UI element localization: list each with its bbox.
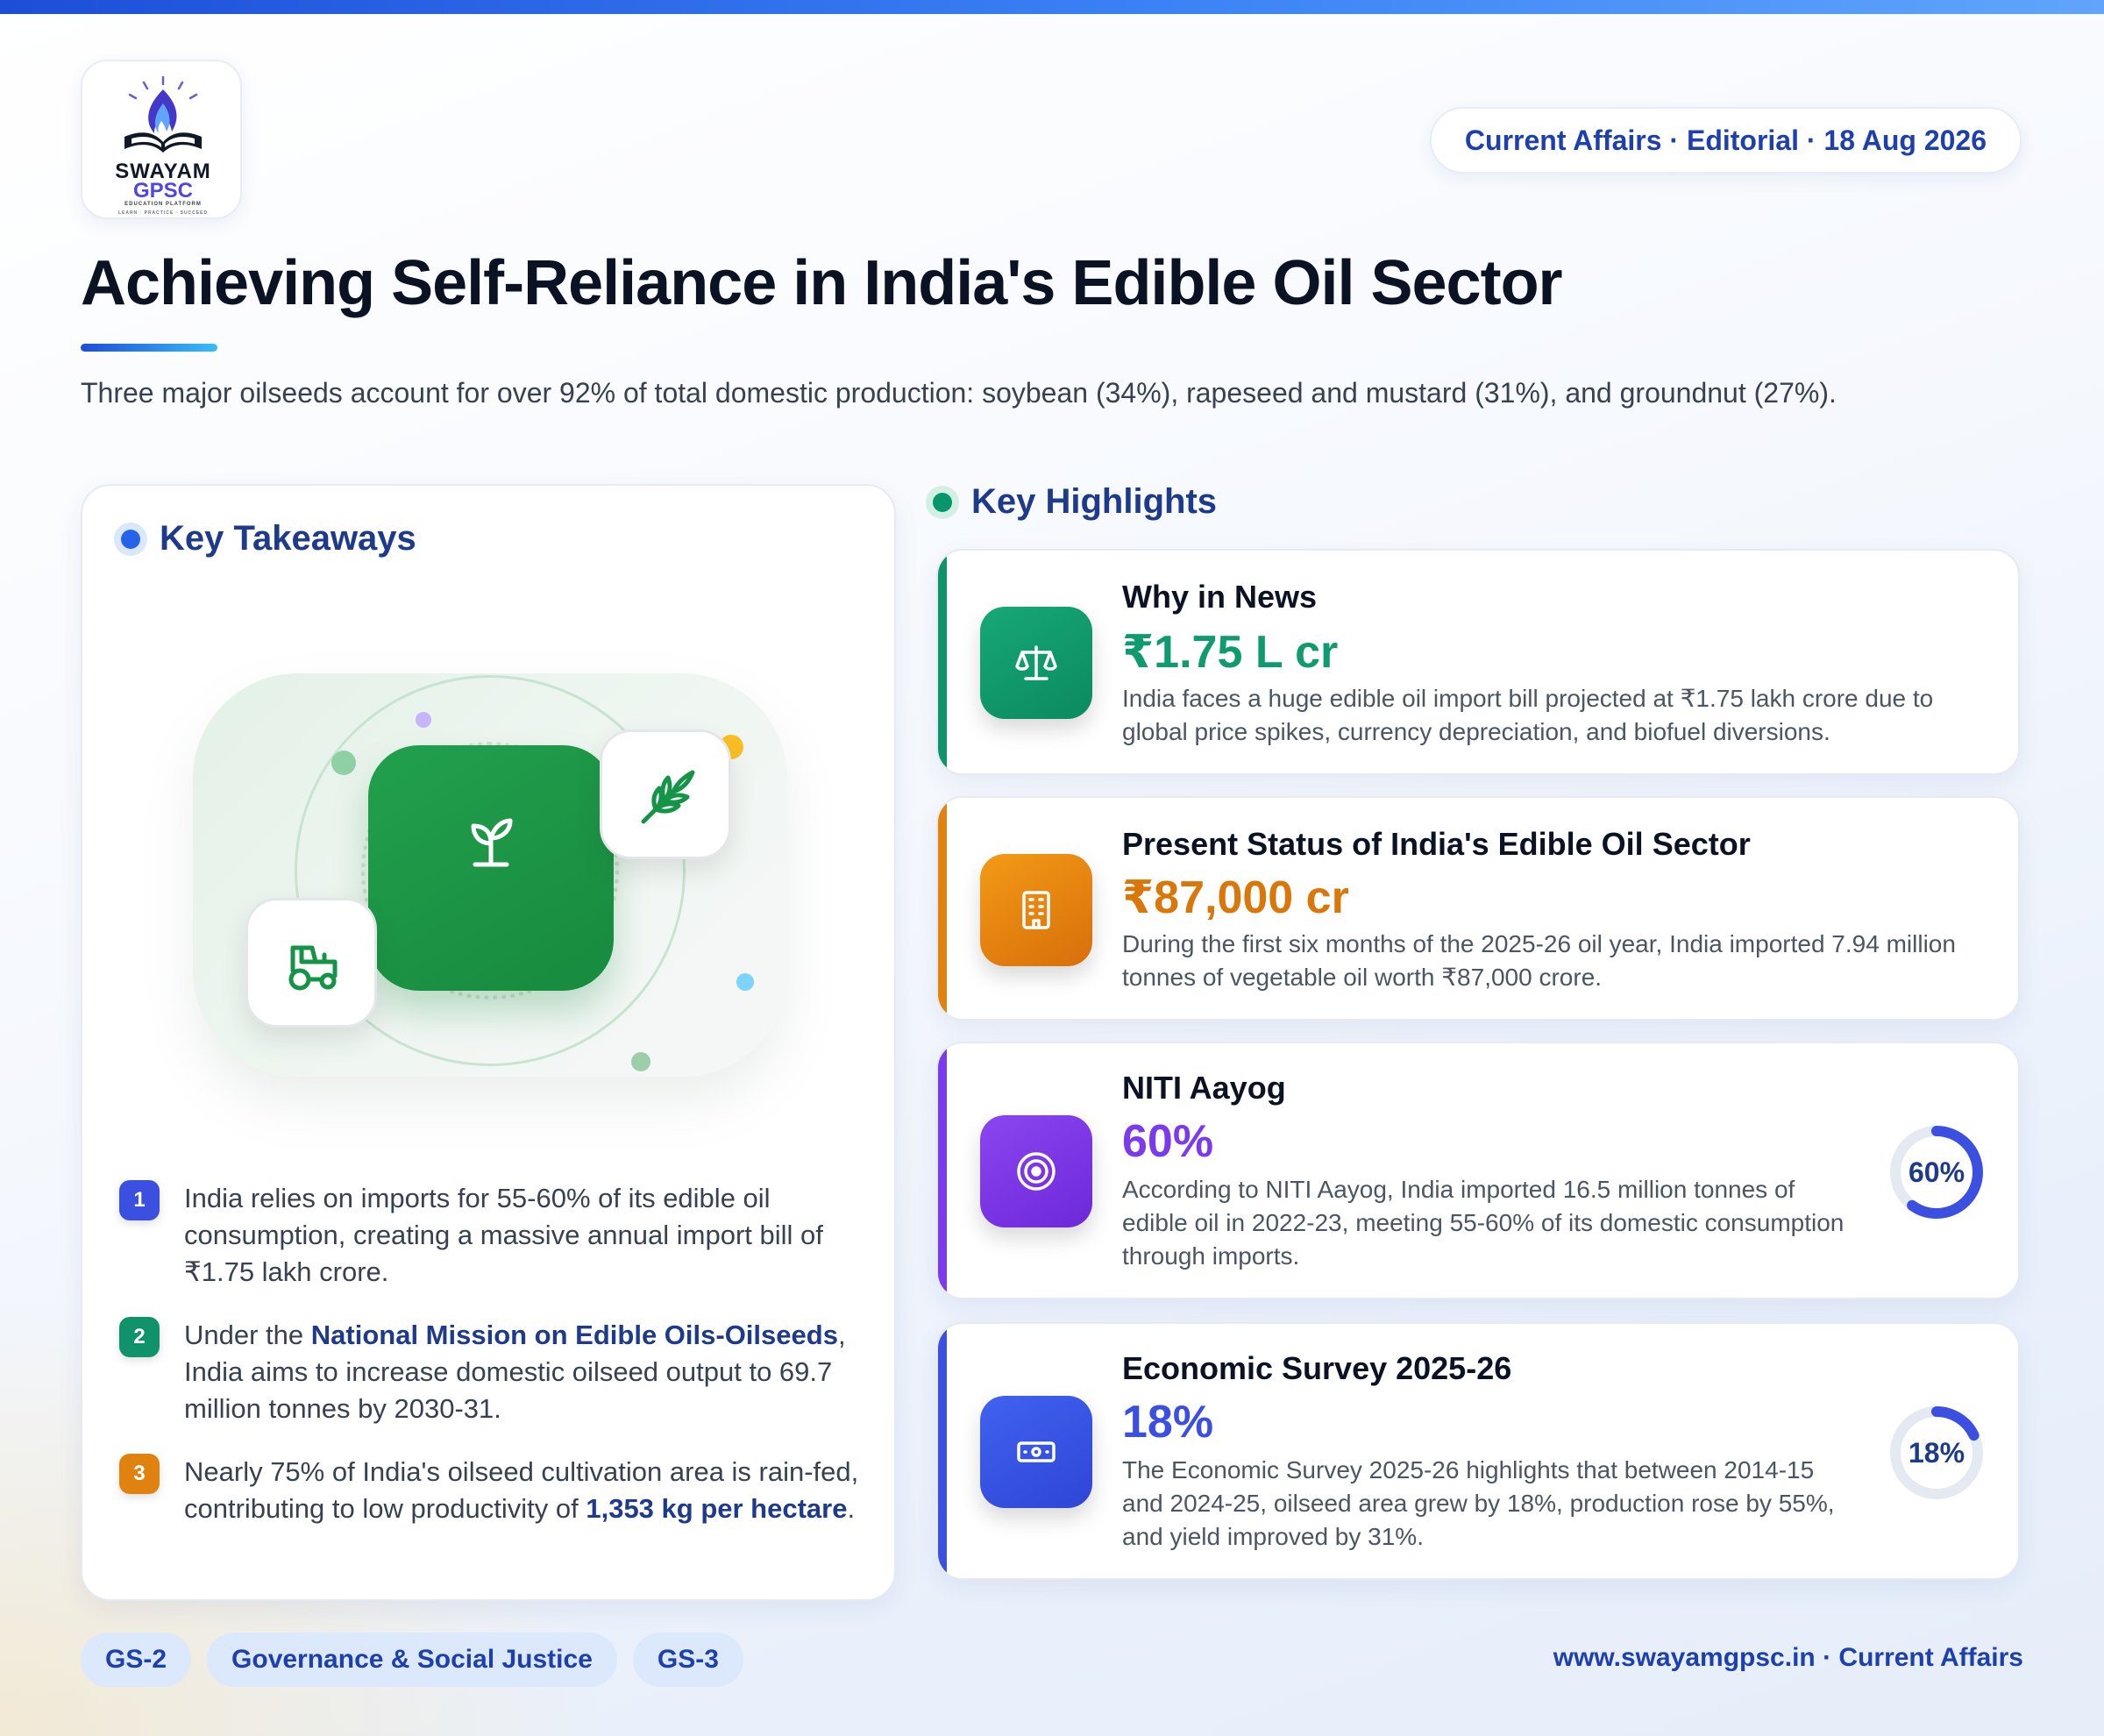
wheat-icon xyxy=(641,770,695,824)
takeaway-number-badge: 3 xyxy=(119,1454,160,1494)
takeaway-number-badge: 2 xyxy=(119,1317,160,1357)
card-description: India faces a huge edible oil import bil… xyxy=(1122,685,1934,745)
takeaway-emphasis: National Mission on Edible Oils-Oilseeds xyxy=(310,1320,838,1350)
card-value: ₹87,000 cr xyxy=(1122,872,1349,923)
tractor-icon xyxy=(288,945,338,991)
flame-book-icon xyxy=(124,75,202,153)
sprout-tile xyxy=(368,745,614,991)
highlight-card-why-in-news: Why in News ₹1.75 L cr India faces a hug… xyxy=(936,549,2020,775)
date-pill: Current Affairs · Editorial · 18 Aug 202… xyxy=(1429,107,2022,174)
takeaway-item: 1 India relies on imports for 55-60% of i… xyxy=(119,1180,864,1291)
scale-icon xyxy=(1015,645,1057,680)
card-title: Why in News xyxy=(1122,579,1318,615)
tag-gs2[interactable]: GS-2 xyxy=(81,1633,192,1687)
card-title: NITI Aayog xyxy=(1122,1070,1286,1106)
building-icon xyxy=(1022,891,1050,929)
tag-governance[interactable]: Governance & Social Justice xyxy=(207,1633,617,1687)
card-accent xyxy=(938,551,947,773)
takeaway-text: Under the National Mission on Edible Oil… xyxy=(184,1317,864,1427)
card-description: According to NITI Aayog, India imported … xyxy=(1122,1176,1845,1270)
card-description: The Economic Survey 2025-26 highlights t… xyxy=(1122,1456,1835,1550)
takeaway-text: Nearly 75% of India's oilseed cultivatio… xyxy=(184,1454,864,1527)
card-title: Economic Survey 2025-26 xyxy=(1122,1350,1512,1386)
takeaway-text-part: Under the xyxy=(184,1320,311,1350)
target-icon xyxy=(1017,1152,1056,1191)
takeaway-emphasis: 1,353 kg per hectare xyxy=(586,1493,848,1524)
highlight-card-present-status: Present Status of India's Edible Oil Sec… xyxy=(936,796,2020,1021)
footer-site-link[interactable]: www.swayamgpsc.in · Current Affairs xyxy=(1553,1643,2023,1673)
icon-box xyxy=(980,607,1092,719)
card-accent xyxy=(938,798,947,1019)
top-accent-bar xyxy=(0,0,2104,14)
brand-logo[interactable]: SWAYAM GPSC EDUCATION PLATFORM LEARN · P… xyxy=(81,60,242,219)
card-value: 18% xyxy=(1122,1397,1214,1448)
decor-dot xyxy=(416,712,431,728)
takeaway-item: 3 Nearly 75% of India's oilseed cultivati… xyxy=(119,1454,864,1527)
takeaway-text-part: India relies on imports for 55-60% of it… xyxy=(184,1183,823,1287)
donut-label: 60% xyxy=(1908,1156,1965,1188)
decor-dot xyxy=(631,1052,650,1071)
donut-label: 18% xyxy=(1908,1436,1965,1469)
decor-dot xyxy=(331,751,356,775)
decor-dot xyxy=(736,973,754,991)
highlight-card-economic-survey: Economic Survey 2025-26 18% The Economic… xyxy=(936,1322,2020,1580)
wheat-tile xyxy=(600,729,731,859)
key-highlights-heading: Key Highlights xyxy=(933,482,1217,522)
progress-donut: 60% xyxy=(1888,1124,1985,1220)
agriculture-illustration xyxy=(82,486,898,1187)
logo-motto: LEARN · PRACTICE · SUCCEED xyxy=(117,210,209,216)
key-highlights-title: Key Highlights xyxy=(971,482,1218,521)
logo-text-gpsc: GPSC xyxy=(132,179,193,203)
card-accent xyxy=(938,1324,947,1578)
title-underline xyxy=(81,344,217,352)
icon-box xyxy=(980,1115,1092,1227)
page-subtitle: Three major oilseeds account for over 92… xyxy=(81,377,1837,409)
logo-tagline: EDUCATION PLATFORM xyxy=(124,202,202,207)
topic-tags: GS-2 Governance & Social Justice GS-3 xyxy=(81,1633,759,1687)
card-value: 60% xyxy=(1122,1116,1214,1167)
card-title: Present Status of India's Edible Oil Sec… xyxy=(1122,826,1751,862)
progress-donut: 18% xyxy=(1888,1405,1985,1501)
card-accent xyxy=(938,1043,947,1298)
takeaways-list: 1 India relies on imports for 55-60% of i… xyxy=(119,1180,864,1554)
sprout-icon xyxy=(471,818,513,867)
takeaway-item: 2 Under the National Mission on Edible Oi… xyxy=(119,1317,864,1427)
icon-box xyxy=(980,1396,1092,1508)
page-title: Achieving Self-Reliance in India's Edibl… xyxy=(81,248,1563,318)
takeaway-number-badge: 1 xyxy=(119,1180,160,1220)
card-value: ₹1.75 L cr xyxy=(1122,627,1339,678)
cash-icon xyxy=(1017,1441,1056,1462)
takeaway-text-part: . xyxy=(847,1493,856,1524)
icon-box xyxy=(980,854,1092,966)
takeaway-text: India relies on imports for 55-60% of it… xyxy=(184,1180,864,1291)
card-description: During the first six months of the 2025-… xyxy=(1122,930,1956,991)
tag-gs3[interactable]: GS-3 xyxy=(632,1633,743,1687)
highlight-card-niti-aayog: NITI Aayog 60% According to NITI Aayog, … xyxy=(936,1042,2020,1299)
tractor-tile xyxy=(245,898,377,1028)
bullet-dot-icon xyxy=(933,492,952,512)
key-takeaways-card: Key Takeaways 1 India relies on imports … xyxy=(81,484,896,1601)
